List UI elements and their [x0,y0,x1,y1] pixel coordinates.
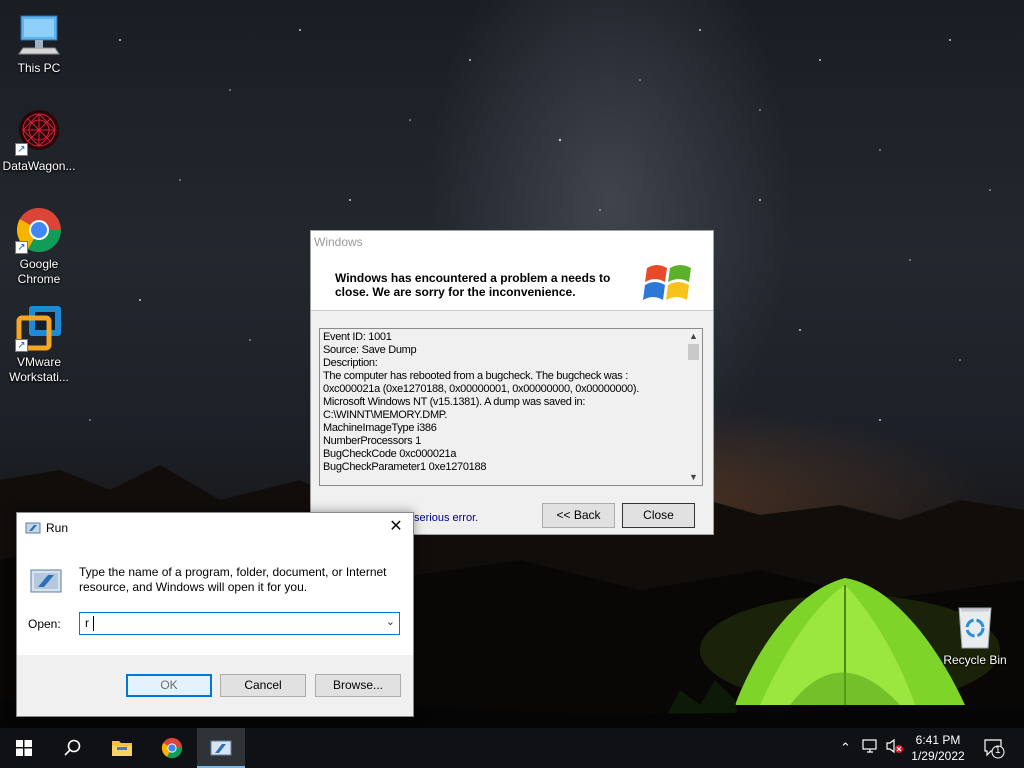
taskbar-run[interactable] [197,728,245,768]
windows-flag-logo-icon [643,260,695,311]
error-details-textbox[interactable]: Event ID: 1001 Source: Save Dump Descrip… [319,328,703,486]
error-line: BugCheckParameter1 0xe1270188 [323,461,487,473]
error-line: Microsoft Windows NT (v15.1381). A dump … [323,396,586,408]
cancel-button[interactable]: Cancel [220,674,306,697]
scroll-up-arrow-icon[interactable]: ▲ [685,329,702,344]
chrome-icon: ↗ [15,206,63,254]
run-dialog: Run ✕ Type the name of a program, folder… [16,512,414,717]
back-button[interactable]: << Back [542,503,615,528]
ok-button[interactable]: OK [126,674,212,697]
start-button[interactable] [0,728,48,768]
desktop-icon-datawagon[interactable]: ↗ DataWagon... [1,108,77,174]
browse-button[interactable]: Browse... [315,674,401,697]
windows-error-dialog: Windows Windows has encountered a proble… [310,230,714,535]
desktop-icon-label: VMware Workstati... [9,355,69,384]
run-dialog-titlebar[interactable]: Run ✕ [17,513,413,543]
desktop-icon-this-pc[interactable]: This PC [1,10,77,76]
text-caret [93,616,94,631]
desktop-icon-vmware[interactable]: ↗ VMware Workstati... [1,304,77,385]
run-icon [25,521,41,538]
clock-time: 6:41 PM [915,733,961,747]
shortcut-arrow-icon: ↗ [15,241,28,254]
network-icon[interactable] [862,738,880,757]
error-line: Event ID: 1001 [323,331,392,343]
search-button[interactable] [48,728,96,768]
search-icon [64,739,82,760]
open-input[interactable]: r [85,616,89,630]
scroll-down-arrow-icon[interactable]: ▼ [685,470,702,485]
clock-date: 1/29/2022 [911,749,965,763]
error-dialog-message: Windows has encountered a problem a need… [335,271,611,299]
error-dialog-header: Windows has encountered a problem a need… [311,254,713,311]
taskbar-chrome[interactable] [148,728,196,768]
close-icon[interactable]: ✕ [379,513,413,541]
vmware-icon: ↗ [15,304,63,352]
file-explorer-icon [111,738,133,761]
error-line: 0xc000021a (0xe1270188, 0x00000001, 0x00… [323,383,639,395]
error-line: MachineImageType i386 [323,422,437,434]
chevron-down-icon[interactable]: ⌄ [386,615,395,628]
scrollbar-thumb[interactable] [688,344,699,360]
notification-count: 1 [995,745,1001,756]
error-line: Description: [323,357,378,369]
shortcut-arrow-icon: ↗ [15,339,28,352]
system-clock[interactable]: 6:41 PM 1/29/2022 [903,732,973,764]
chevron-up-icon[interactable]: ⌃ [840,740,851,756]
this-pc-icon [15,10,63,58]
run-dialog-description: Type the name of a program, folder, docu… [79,565,387,594]
desktop-icon-label: DataWagon... [2,159,76,173]
error-details-text: Event ID: 1001 Source: Save Dump Descrip… [323,331,683,474]
taskbar-file-explorer[interactable] [98,728,146,768]
error-line: C:\WINNT\MEMORY.DMP. [323,409,448,421]
close-button[interactable]: Close [622,503,695,528]
shortcut-arrow-icon: ↗ [15,143,28,156]
datawagon-icon: ↗ [15,108,63,156]
error-line: BugCheckCode 0xc000021a [323,448,457,460]
desktop-icon-google-chrome[interactable]: ↗ Google Chrome [1,206,77,287]
open-combobox[interactable]: r ⌄ [79,612,400,635]
desktop-icon-recycle-bin[interactable]: Recycle Bin [937,602,1013,668]
desktop-icon-label: Recycle Bin [943,653,1007,667]
error-status-text: serious error. [414,512,479,524]
error-line: Source: Save Dump [323,344,417,356]
run-dialog-title: Run [46,521,69,535]
run-dialog-footer: OK Cancel Browse... [17,655,413,716]
open-label: Open: [28,617,61,631]
taskbar: ⌃ 6:41 PM 1/29/2022 1 [0,728,1024,768]
error-line: NumberProcessors 1 [323,435,421,447]
error-dialog-titlebar[interactable]: Windows [311,231,713,254]
chrome-icon [161,737,183,762]
start-icon [16,740,32,759]
notifications-icon[interactable] [983,737,1005,762]
volume-muted-icon[interactable] [886,738,904,757]
error-details-scrollbar[interactable]: ▲ ▼ [685,329,702,485]
recycle-bin-icon [951,602,999,650]
run-icon [210,739,232,760]
error-line: The computer has rebooted from a bugchec… [323,370,628,382]
desktop-icon-label: Google Chrome [17,257,61,286]
run-program-icon [29,566,63,599]
desktop-icon-label: This PC [17,61,61,75]
